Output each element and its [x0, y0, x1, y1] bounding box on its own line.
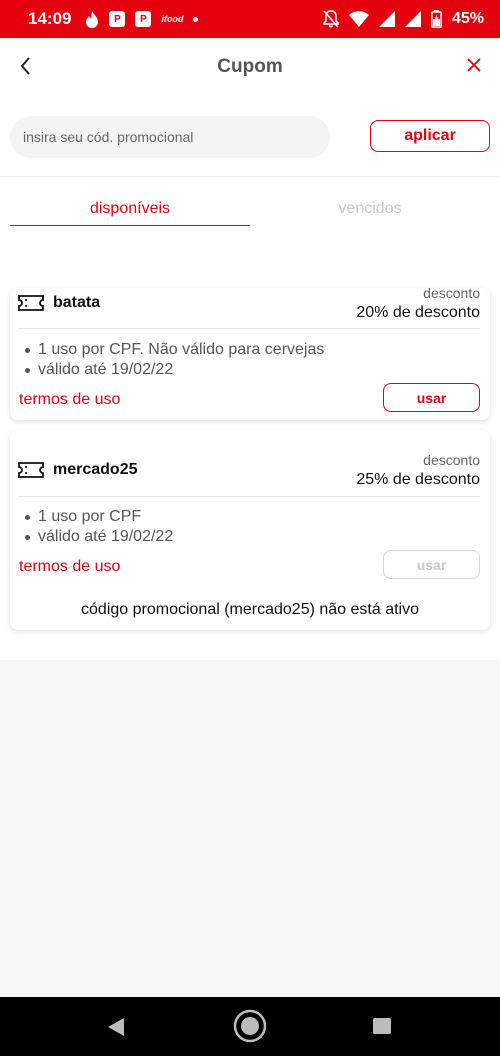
close-icon[interactable]: [464, 55, 484, 75]
battery-icon: [430, 10, 442, 28]
coupon-code: batata: [53, 294, 101, 311]
ticket-icon: [18, 462, 44, 478]
rule-item: 1 uso por CPF: [22, 507, 173, 527]
signal-icon: [404, 11, 421, 27]
recents-square-icon[interactable]: [373, 1018, 391, 1034]
rule-item: 1 uso por CPF. Não válido para cervejas: [22, 340, 324, 360]
apply-button[interactable]: aplicar: [370, 120, 490, 152]
inactive-coupon-message: código promocional (mercado25) não está …: [81, 601, 419, 618]
tab-available[interactable]: disponíveis: [10, 188, 250, 226]
status-time: 14:09: [28, 9, 72, 28]
card-divider: [18, 328, 480, 329]
rule-item: válido até 19/02/22: [22, 527, 173, 547]
page-title: Cupom: [217, 56, 283, 77]
use-coupon-button[interactable]: usar: [383, 383, 480, 412]
card-divider: [18, 496, 480, 497]
notification-icons: P P ifood: [85, 10, 199, 28]
terms-link[interactable]: termos de uso: [19, 391, 120, 409]
discount-label: desconto: [423, 452, 480, 468]
coupon-card: mercado25 desconto 25% de desconto 1 uso…: [10, 430, 490, 630]
promo-code-row: aplicar: [10, 116, 490, 158]
fire-icon: [86, 10, 99, 28]
use-coupon-button: usar: [383, 550, 480, 579]
coupon-rules: 1 uso por CPF. Não válido para cervejas …: [22, 340, 324, 380]
coupon-card: batata desconto 20% de desconto 1 uso po…: [10, 285, 490, 420]
tabs: disponíveis vencidos: [10, 188, 490, 226]
home-circle-icon[interactable]: [233, 1009, 267, 1043]
coupon-screen: Cupom aplicar disponíveis vencidos batat…: [0, 38, 500, 660]
discount-label: desconto: [423, 285, 480, 301]
bell-off-icon: [323, 10, 339, 28]
header: Cupom: [0, 38, 500, 96]
ticket-icon: [18, 295, 44, 311]
dot-icon: [193, 16, 199, 22]
navigation-bar: [0, 997, 500, 1056]
rule-item: válido até 19/02/22: [22, 360, 324, 380]
wifi-icon: [348, 11, 369, 27]
divider: [0, 176, 500, 177]
p-app-icon: P: [135, 11, 152, 27]
battery-percent: 45%: [451, 10, 484, 27]
ifood-icon: ifood: [161, 14, 184, 24]
discount-value: 25% de desconto: [356, 471, 480, 488]
promo-code-input[interactable]: [10, 116, 330, 158]
p-app-icon: P: [109, 11, 126, 27]
status-bar: 14:09 P P ifood 45%: [0, 0, 500, 38]
signal-icon: [378, 11, 395, 27]
coupon-code: mercado25: [53, 461, 138, 478]
discount-value: 20% de desconto: [356, 304, 480, 321]
terms-link[interactable]: termos de uso: [19, 558, 120, 576]
tab-expired[interactable]: vencidos: [250, 188, 490, 226]
coupon-rules: 1 uso por CPF válido até 19/02/22: [22, 507, 173, 547]
back-triangle-icon[interactable]: [106, 1017, 126, 1037]
system-icons: 45%: [323, 10, 484, 28]
